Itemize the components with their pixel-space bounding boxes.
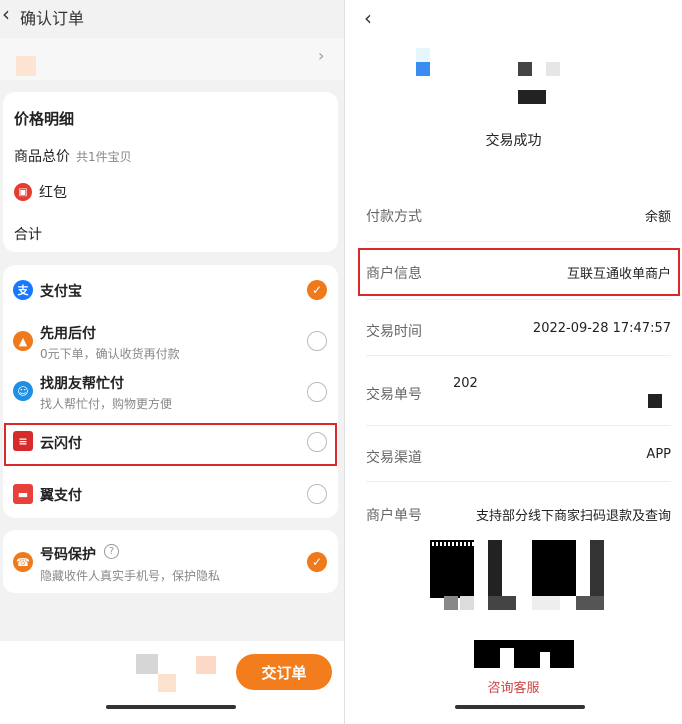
payment-name: 找朋友帮忙付 [40, 376, 124, 392]
row-label: 交易单号 [366, 387, 422, 403]
payment-name: 支付宝 [40, 284, 82, 300]
detail-row-trade-no: 交易单号 202 [366, 356, 671, 426]
row-value: 202 [453, 376, 478, 391]
row-label: 商户单号 [366, 508, 422, 524]
transaction-status: 交易成功 [485, 133, 542, 149]
payment-name: 翼支付 [40, 488, 82, 504]
mosaic-block [648, 394, 662, 408]
number-protection-card[interactable]: ☎ 号码保护 ? 隐藏收件人真实手机号，保护隐私 ✓ [3, 530, 338, 593]
customer-service-link[interactable]: 咨询客服 [345, 677, 682, 696]
address-thumbnail [16, 56, 36, 76]
left-header: ‹ 确认订单 [0, 0, 344, 34]
chevron-left-icon[interactable]: ‹ [2, 4, 10, 24]
goods-total-row: 商品总价 共1件宝贝 [14, 146, 132, 166]
help-icon[interactable]: ? [104, 544, 119, 559]
payment-sub: 找人帮忙付，购物更方便 [40, 397, 173, 411]
mosaic-block [518, 90, 546, 104]
pay-later-icon: ▲ [13, 331, 33, 351]
protect-title: 号码保护 [40, 547, 96, 563]
payment-methods-card: 支 支付宝 ✓ ▲ 先用后付 0元下单，确认收货再付款 ☺ 找朋友帮忙付 找人帮… [3, 265, 338, 518]
detail-row-payment-method: 付款方式 余额 [366, 186, 671, 242]
detail-row-channel: 交易渠道 APP [366, 426, 671, 482]
checked-icon[interactable]: ✓ [307, 552, 327, 572]
total-label: 合计 [14, 227, 42, 243]
radio-button[interactable] [307, 331, 327, 351]
mosaic-block [136, 654, 158, 674]
page-title: 确认订单 [20, 9, 85, 28]
goods-total-label: 商品总价 [14, 149, 70, 165]
payment-sub: 0元下单，确认收货再付款 [40, 347, 180, 361]
hongbao-label: 红包 [39, 185, 67, 201]
payment-option-pay-later[interactable]: ▲ 先用后付 0元下单，确认收货再付款 [3, 317, 338, 367]
phone-shield-icon: ☎ [13, 552, 33, 572]
hongbao-row[interactable]: ▣ 红包 [14, 182, 67, 202]
row-label: 交易时间 [366, 324, 422, 340]
price-detail-card: 价格明细 商品总价 共1件宝贝 ▣ 红包 合计 [3, 92, 338, 252]
bestpay-icon: ▬ [13, 484, 33, 504]
payment-name: 先用后付 [40, 326, 96, 342]
highlight-box [4, 423, 337, 466]
friend-pay-icon: ☺ [13, 381, 33, 401]
radio-button[interactable] [307, 382, 327, 402]
detail-row-merchant-no: 商户单号 支持部分线下商家扫码退款及查询 [366, 484, 671, 540]
row-value: 支持部分线下商家扫码退款及查询 [475, 509, 671, 524]
submit-order-button[interactable]: 交订单 [236, 654, 332, 690]
home-indicator [106, 705, 236, 709]
highlight-box [358, 248, 680, 296]
mosaic-block [546, 62, 560, 76]
chevron-right-icon: › [318, 46, 325, 65]
mosaic-block [196, 656, 216, 674]
row-value: APP [646, 447, 671, 462]
chevron-left-icon[interactable]: ‹ [364, 6, 372, 30]
price-detail-heading: 价格明细 [14, 110, 75, 128]
mosaic-block [416, 62, 430, 76]
row-label: 付款方式 [366, 209, 422, 225]
home-indicator [455, 705, 585, 709]
detail-row-time: 交易时间 2022-09-28 17:47:57 [366, 300, 671, 356]
address-row[interactable]: › [0, 38, 344, 80]
row-label: 交易渠道 [366, 450, 422, 466]
mosaic-block [518, 62, 532, 76]
mosaic-block [416, 48, 430, 62]
protect-sub: 隐藏收件人真实手机号，保护隐私 [40, 569, 221, 583]
row-value: 2022-09-28 17:47:57 [532, 321, 671, 336]
payment-option-bestpay[interactable]: ▬ 翼支付 [3, 469, 338, 519]
mosaic-block [158, 674, 176, 692]
payment-option-friend-pay[interactable]: ☺ 找朋友帮忙付 找人帮忙付，购物更方便 [3, 369, 338, 419]
order-confirm-panel: ‹ 确认订单 › 价格明细 商品总价 共1件宝贝 ▣ 红包 合计 支 支付宝 ✓ … [0, 0, 344, 724]
alipay-icon: 支 [13, 280, 33, 300]
radio-button[interactable] [307, 484, 327, 504]
hongbao-icon: ▣ [14, 183, 32, 201]
checked-icon[interactable]: ✓ [307, 280, 327, 300]
goods-count: 共1件宝贝 [76, 150, 132, 164]
row-value: 余额 [644, 210, 671, 225]
payment-option-alipay[interactable]: 支 支付宝 ✓ [3, 265, 338, 315]
